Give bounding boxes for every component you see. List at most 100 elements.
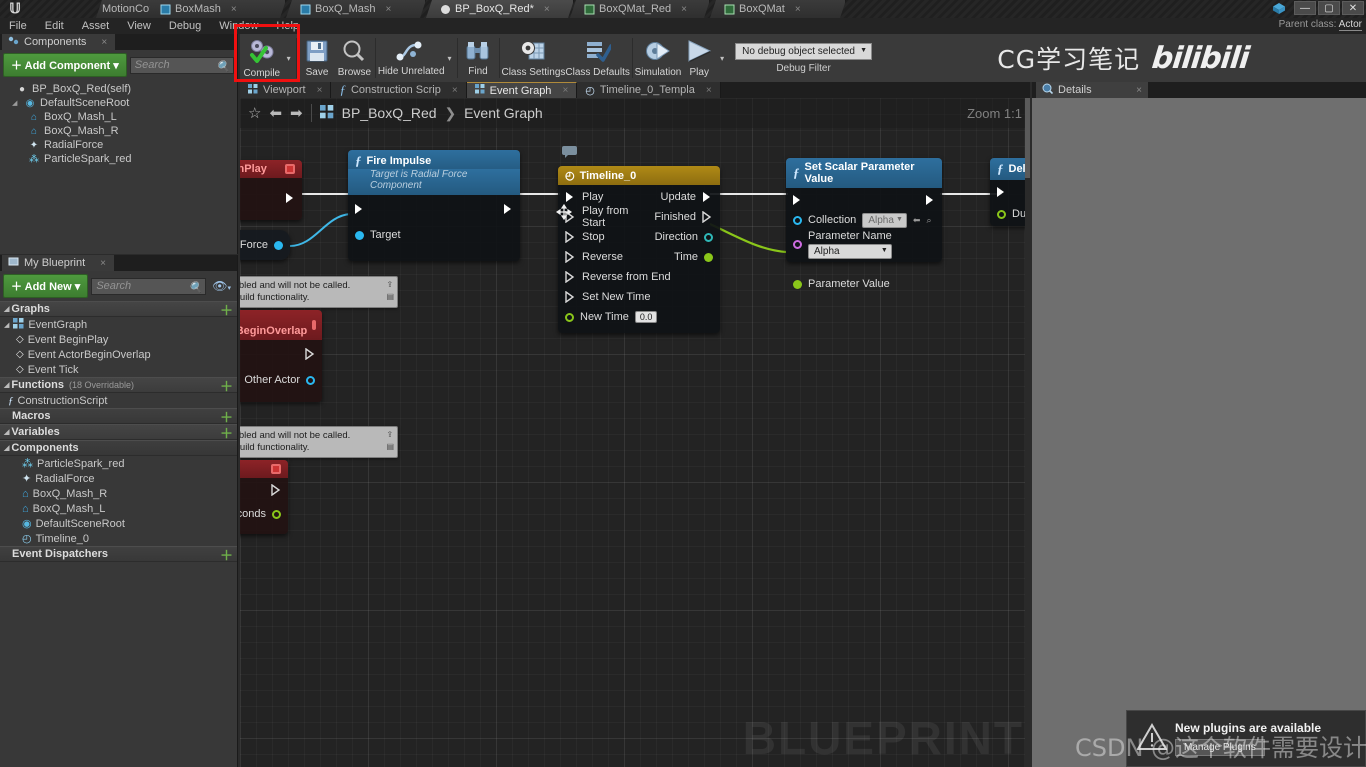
pin-parameter-value[interactable]: Parameter Value [786,274,897,294]
list-item-timeline-0[interactable]: ◴ Timeline_0 [0,531,237,546]
tab-my-blueprint[interactable]: My Blueprint × [2,255,114,271]
pin-playfromstart-finished[interactable]: Play from Start Finished [558,205,720,229]
menu-help[interactable]: Help [267,18,308,34]
breadcrumb-root[interactable]: BP_BoxQ_Red [342,105,437,121]
list-item-boxq-mash-l[interactable]: ⌂ BoxQ_Mash_L [0,501,237,516]
pin-target[interactable]: Target [348,225,408,245]
list-item-boxq-mash-r[interactable]: ⌂ BoxQ_Mash_R [0,486,237,501]
find-button[interactable]: Find [459,34,496,82]
myblueprint-search-input[interactable]: Search 🔍 [91,277,207,295]
name-input-pin[interactable] [793,240,802,249]
close-icon[interactable]: × [795,4,801,15]
exec-output-pin[interactable] [305,347,316,361]
close-icon[interactable]: × [317,85,323,96]
object-output-pin[interactable] [274,240,283,250]
section-event-dispatchers[interactable]: Event Dispatchers ＋ [0,546,237,563]
maximize-button[interactable]: ▢ [1318,1,1340,15]
class-settings-button[interactable]: Class Settings [501,34,565,82]
save-button[interactable]: Save [298,34,335,82]
window-tab-boxqmat[interactable]: BoxQMat × [710,0,846,18]
tree-item-radialforce[interactable]: ✦ RadialForce [0,138,237,152]
hide-unrelated-chevron-icon[interactable]: ▾ [445,54,455,63]
graph-vertical-scrollbar[interactable] [1025,98,1030,767]
simulation-button[interactable]: Simulation [635,34,681,82]
pin-delta-seconds[interactable]: conds [240,504,288,524]
pin-other-actor[interactable]: Other Actor [240,370,322,390]
node-comment-bubble-icon[interactable] [562,146,577,161]
hide-unrelated-button[interactable]: Hide Unrelated [378,34,445,82]
close-icon[interactable]: × [562,85,568,96]
tab-event-graph[interactable]: Event Graph × [466,82,578,98]
tab-viewport[interactable]: Viewport × [240,82,332,98]
browse-button[interactable]: Browse [336,34,373,82]
menu-asset[interactable]: Asset [73,18,119,34]
play-button[interactable]: Play [681,34,717,82]
close-icon[interactable]: × [452,85,458,96]
window-tab-boxmash[interactable]: BoxMash × [146,0,286,18]
exec-input-pin-stop[interactable] [565,230,576,244]
add-component-button[interactable]: ＋ Add Component ▾ [3,53,127,77]
class-defaults-button[interactable]: Class Defaults [565,34,630,82]
details-panel[interactable] [1032,98,1366,767]
window-tab-boxqmat-red[interactable]: BoxQMat_Red × [570,0,710,18]
tab-details[interactable]: Details × [1036,82,1148,98]
tree-item-particlespark-red[interactable]: ⁂ ParticleSpark_red [0,152,237,166]
pin-new-time[interactable]: New Time 0.0 [558,307,720,327]
node-get-radial-force[interactable]: adial Force [240,230,290,260]
tree-item-boxq-mash-l[interactable]: ⌂ BoxQ_Mash_L [0,110,237,124]
float-input-pin-duration[interactable] [997,209,1006,219]
forward-arrow-icon[interactable]: ➡ [290,104,303,122]
parameter-name-select[interactable]: Alpha ▼ [808,244,892,259]
list-item-event-actorbeginoverlap[interactable]: ◇ Event ActorBeginOverlap [0,347,237,362]
enum-output-pin-direction[interactable] [704,232,713,242]
close-icon[interactable]: × [544,4,550,15]
window-tab-boxq-mash[interactable]: BoxQ_Mash × [286,0,426,18]
scrollbar-thumb[interactable] [1025,98,1030,178]
exec-input-pin-play[interactable] [565,191,576,203]
node-event-beginplay[interactable]: t BeginPlay [240,160,302,220]
list-item-constructionscript[interactable]: ƒ ConstructionScript [0,393,237,408]
add-graph-button[interactable]: ＋ [220,300,233,319]
exec-input-pin[interactable] [792,194,803,206]
section-components[interactable]: ◢ Components [0,440,237,456]
browse-asset-icon[interactable]: ⌕ [926,215,931,226]
menu-edit[interactable]: Edit [36,18,73,34]
section-graphs[interactable]: ◢ Graphs ＋ [0,300,237,319]
section-functions[interactable]: ◢ Functions (18 Overridable) ＋ [0,377,237,394]
close-icon[interactable]: × [1124,85,1142,96]
exec-input-pin[interactable] [996,186,1007,198]
tab-timeline-template[interactable]: ◴ Timeline_0_Templa × [577,82,721,98]
float-output-pin-time[interactable] [704,252,713,262]
list-item-defaultsceneroot[interactable]: ◉ DefaultSceneRoot [0,516,237,531]
add-new-button[interactable]: ＋ Add New ▾ [3,274,89,298]
object-input-pin-collection[interactable] [793,215,802,225]
exec-output-pin-finished[interactable] [702,210,713,224]
window-tab-bp-boxq-red[interactable]: BP_BoxQ_Red* × [426,0,574,18]
pin-set-new-time[interactable]: Set New Time [558,287,720,307]
add-variable-button[interactable]: ＋ [220,423,233,442]
play-options-chevron-icon[interactable]: ▾ [717,54,727,63]
menu-debug[interactable]: Debug [160,18,210,34]
exec-output-pin[interactable] [285,192,296,204]
exec-input-pin-set-new-time[interactable] [565,290,576,304]
exec-input-pin-reverse-from-end[interactable] [565,270,576,284]
expand-arrow-icon[interactable]: ◢ [4,305,9,313]
menu-window[interactable]: Window [210,18,267,34]
collection-select[interactable]: Alpha ▼ [862,212,907,228]
list-item-radialforce[interactable]: ✦ RadialForce [0,471,237,486]
visibility-options-button[interactable]: 👁▾ [209,279,234,293]
section-variables[interactable]: ◢ Variables ＋ [0,423,237,442]
float-input-pin-parameter-value[interactable] [793,279,802,289]
event-graph-canvas[interactable]: ☆ ⬅ ➡ BP_BoxQ_Red ❯ Event Graph Zoom 1:1 [240,98,1030,767]
close-icon[interactable]: × [91,37,107,48]
exec-output-pin-update[interactable] [702,191,713,203]
expand-arrow-icon[interactable]: ◢ [12,99,20,107]
list-item-event-tick[interactable]: ◇ Event Tick [0,362,237,377]
back-arrow-icon[interactable]: ⬅ [269,104,282,122]
object-input-pin[interactable] [355,230,364,240]
components-search-input[interactable]: Search 🔍 [129,56,234,74]
expand-arrow-icon[interactable]: ◢ [4,428,9,436]
tab-construction-script[interactable]: ƒ Construction Scrip × [331,82,467,98]
components-root-row[interactable]: ● BP_BoxQ_Red(self) [0,82,237,96]
node-delay[interactable]: ƒ Dela Dura [990,158,1030,226]
